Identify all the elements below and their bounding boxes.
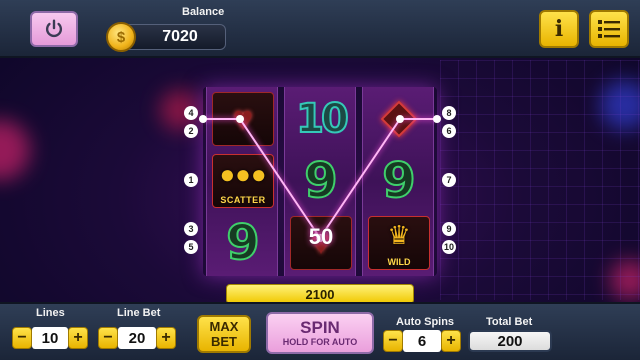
symbol-scatter: ●●● SCATTER [211, 153, 275, 209]
line-marker: 5 [184, 240, 198, 254]
lines-decrease-button[interactable]: − [12, 327, 32, 349]
lines-label: Lines [36, 307, 65, 319]
line-bet-value: 20 [118, 327, 156, 349]
total-bet-value: 200 [468, 330, 552, 352]
reel-1: ♥ ●●● SCATTER 9 [206, 87, 278, 276]
symbol-nine: 9 [289, 152, 353, 210]
line-marker: 7 [442, 173, 456, 187]
line-bet-label: Line Bet [117, 307, 161, 319]
symbol-wild: ♛ WILD [367, 215, 431, 271]
line-marker: 1 [184, 173, 198, 187]
auto-spins-increase-button[interactable]: + [441, 330, 461, 352]
heart-icon: ♥ [232, 100, 254, 138]
menu-button[interactable] [589, 10, 629, 48]
line-marker: 10 [442, 240, 456, 254]
symbol-nine: 9 [367, 152, 431, 210]
scatter-label: SCATTER [220, 195, 266, 205]
ten-icon: 10 [295, 95, 350, 143]
power-button[interactable] [30, 11, 78, 47]
spin-sublabel: HOLD FOR AUTO [282, 337, 358, 347]
symbol-ten: 10 [289, 91, 353, 147]
diamond-icon [380, 100, 418, 138]
auto-spins-label: Auto Spins [396, 316, 455, 328]
reel-3: 9 ♛ WILD [362, 87, 434, 276]
line-marker: 3 [184, 222, 198, 236]
lines-increase-button[interactable]: + [68, 327, 88, 349]
total-win-display: 2100 [226, 284, 414, 304]
background-glow [0, 120, 30, 180]
nine-icon: 9 [303, 152, 338, 210]
line-marker: 8 [442, 106, 456, 120]
max-bet-label-bottom: BET [211, 334, 237, 349]
coins-icon: ●●● [219, 158, 267, 189]
line-marker: 2 [184, 124, 198, 138]
power-icon [45, 19, 63, 38]
line-marker: 4 [184, 106, 198, 120]
balance-label: Balance [182, 6, 225, 18]
line-bet-decrease-button[interactable]: − [98, 327, 118, 349]
coin-icon: $ [106, 22, 136, 52]
spin-label: SPIN [300, 318, 340, 337]
menu-list-icon [598, 20, 620, 38]
line-bet-increase-button[interactable]: + [156, 327, 176, 349]
nine-icon: 9 [381, 152, 416, 210]
info-button[interactable]: i [539, 10, 579, 48]
symbol-nine: 9 [211, 214, 275, 272]
max-bet-button[interactable]: MAX BET [197, 315, 251, 353]
symbol-heart: ♥ [211, 91, 275, 147]
top-bar: Balance 7020 $ i [0, 0, 640, 58]
lines-value: 10 [32, 327, 68, 349]
line-marker: 9 [442, 222, 456, 236]
line-marker: 6 [442, 124, 456, 138]
background-grid [440, 60, 640, 300]
wild-label: WILD [387, 257, 411, 267]
symbol-diamond [367, 91, 431, 147]
max-bet-label-top: MAX [209, 319, 239, 334]
spin-button[interactable]: SPIN HOLD FOR AUTO [266, 312, 374, 354]
nine-icon: 9 [225, 214, 260, 272]
auto-spins-value: 6 [403, 330, 441, 352]
total-bet-label: Total Bet [486, 316, 533, 328]
symbol-win-amount: 50 [308, 224, 334, 249]
crown-icon: ♛ [387, 219, 411, 250]
auto-spins-decrease-button[interactable]: − [383, 330, 403, 352]
